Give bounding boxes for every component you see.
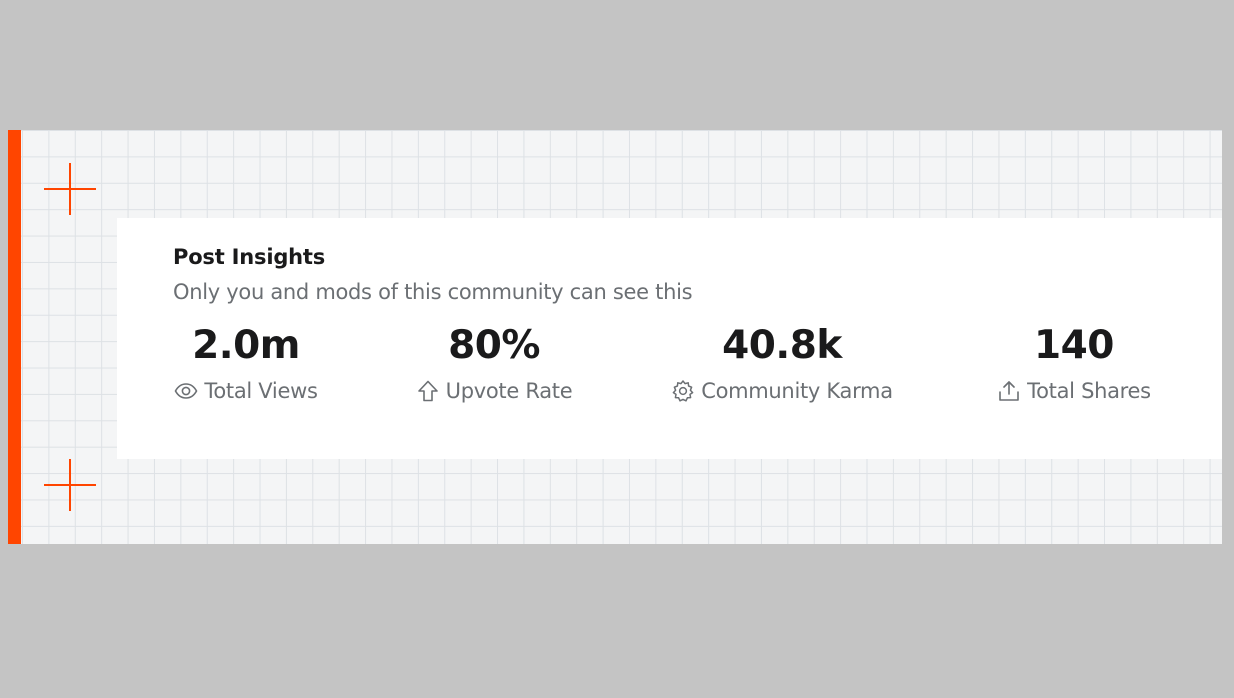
stat-label: Total Shares (1027, 379, 1151, 403)
stat-total-views: 2.0m Total Views (173, 326, 319, 403)
upvote-arrow-icon (416, 379, 440, 403)
stat-label-row: Upvote Rate (416, 379, 573, 403)
crosshair-top-mark (44, 163, 96, 215)
stat-value: 140 (1034, 323, 1114, 368)
card-subtitle: Only you and mods of this community can … (173, 280, 693, 304)
stat-label-row: Community Karma (671, 379, 893, 403)
post-insights-card: Post Insights Only you and mods of this … (117, 218, 1222, 459)
crosshair-bottom-mark (44, 459, 96, 511)
karma-gear-icon (671, 379, 695, 403)
stat-value: 40.8k (722, 323, 842, 368)
stat-community-karma: 40.8k Community Karma (668, 326, 896, 403)
share-icon (997, 379, 1021, 403)
card-title: Post Insights (173, 245, 326, 269)
stat-label-row: Total Views (174, 379, 318, 403)
stat-label: Total Views (204, 379, 318, 403)
stat-label: Upvote Rate (445, 379, 573, 403)
stat-label-row: Total Shares (997, 379, 1151, 403)
stat-label: Community Karma (701, 379, 893, 403)
stat-total-shares: 140 Total Shares (994, 326, 1154, 403)
stat-value: 2.0m (192, 323, 300, 368)
stat-value: 80% (448, 323, 540, 368)
accent-bar (8, 130, 21, 544)
grid-canvas: Post Insights Only you and mods of this … (8, 130, 1222, 544)
eye-icon (174, 379, 198, 403)
stat-upvote-rate: 80% Upvote Rate (414, 326, 574, 403)
